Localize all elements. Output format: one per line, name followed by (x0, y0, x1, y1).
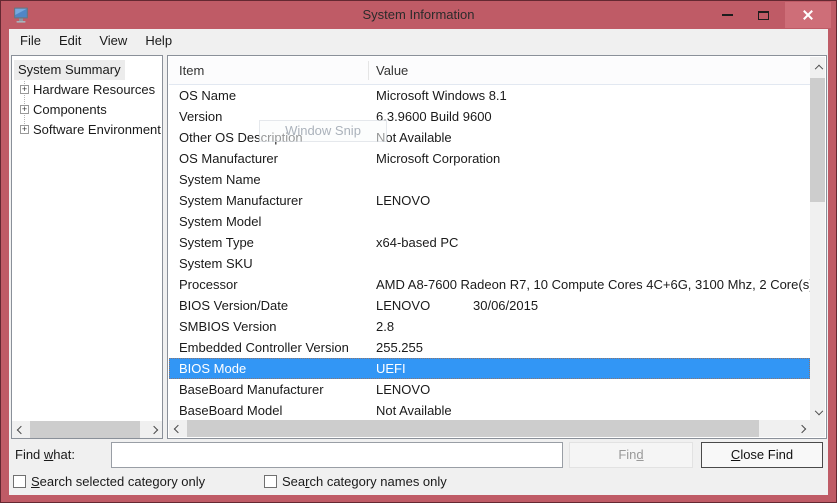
scroll-left-icon[interactable] (12, 421, 29, 438)
close-icon (802, 9, 814, 21)
search-category-names-option[interactable]: Search category names only (264, 473, 447, 489)
menu-edit[interactable]: Edit (50, 29, 90, 53)
checkbox-icon[interactable] (264, 475, 277, 488)
tree-item-label: Software Environment (33, 120, 161, 140)
maximize-icon (758, 11, 769, 20)
list-row[interactable]: OS NameMicrosoft Windows 8.1 (169, 85, 810, 106)
list-header: Item Value (169, 57, 810, 85)
scroll-up-icon[interactable] (810, 57, 825, 74)
tree-item-label: Components (33, 100, 107, 120)
column-divider[interactable] (368, 61, 369, 80)
client-area: File Edit View Help System Summary + Har… (9, 29, 828, 495)
window-snip-ghost-tooltip: Window Snip (259, 120, 387, 142)
find-input[interactable] (111, 442, 563, 468)
checkbox-icon[interactable] (13, 475, 26, 488)
close-button[interactable] (785, 2, 831, 28)
tree-item-label: System Summary (14, 60, 125, 80)
maximize-button[interactable] (746, 2, 780, 28)
checkbox-label: Search category names only (282, 474, 447, 489)
list-row[interactable]: SMBIOS Version2.8 (169, 316, 810, 337)
titlebar[interactable]: System Information (1, 1, 836, 29)
scrollbar-thumb[interactable] (30, 421, 140, 438)
tree-item-components[interactable]: + Components (12, 100, 162, 120)
list-row[interactable]: BaseBoard ModelNot Available (169, 400, 810, 421)
tree-horizontal-scrollbar[interactable] (12, 421, 162, 438)
tree-item-hardware-resources[interactable]: + Hardware Resources (12, 80, 162, 100)
tree-item-system-summary[interactable]: System Summary (12, 60, 162, 80)
expand-plus-icon[interactable]: + (20, 105, 29, 114)
menu-view[interactable]: View (90, 29, 136, 53)
find-button[interactable]: Find (569, 442, 693, 468)
list-row[interactable]: System Typex64-based PC (169, 232, 810, 253)
scroll-left-icon[interactable] (169, 420, 186, 437)
column-header-item[interactable]: Item (179, 57, 204, 85)
close-find-button[interactable]: Close Find (701, 442, 823, 468)
search-selected-category-option[interactable]: Search selected category only (13, 473, 205, 489)
list-vertical-scrollbar[interactable] (810, 57, 825, 422)
minimize-button[interactable] (710, 2, 744, 28)
menu-bar: File Edit View Help (9, 29, 828, 53)
expand-plus-icon[interactable]: + (20, 125, 29, 134)
list-row[interactable]: BaseBoard ManufacturerLENOVO (169, 379, 810, 400)
minimize-icon (722, 14, 733, 16)
category-tree: System Summary + Hardware Resources + Co… (11, 55, 163, 439)
checkbox-label: Search selected category only (31, 474, 205, 489)
list-row-selected[interactable]: BIOS ModeUEFI (169, 358, 810, 379)
list-row[interactable]: ProcessorAMD A8-7600 Radeon R7, 10 Compu… (169, 274, 810, 295)
tree-item-software-environment[interactable]: + Software Environment (12, 120, 162, 140)
list-row[interactable]: OS ManufacturerMicrosoft Corporation (169, 148, 810, 169)
list-horizontal-scrollbar[interactable] (169, 420, 810, 437)
scrollbar-thumb[interactable] (810, 78, 825, 202)
find-what-label: Find what: (15, 442, 75, 468)
expand-plus-icon[interactable]: + (20, 85, 29, 94)
scrollbar-thumb[interactable] (187, 420, 759, 437)
menu-file[interactable]: File (11, 29, 50, 53)
scroll-right-icon[interactable] (793, 420, 810, 437)
list-row[interactable]: System SKU (169, 253, 810, 274)
details-list: Item Value OS NameMicrosoft Windows 8.1 … (167, 55, 827, 439)
list-row[interactable]: System ManufacturerLENOVO (169, 190, 810, 211)
list-row[interactable]: System Name (169, 169, 810, 190)
system-information-window: System Information File Edit View Help S… (0, 0, 837, 503)
tree-item-label: Hardware Resources (33, 80, 155, 100)
scrollbar-corner (810, 420, 825, 437)
list-row[interactable]: BIOS Version/DateLENOVO30/06/2015 (169, 295, 810, 316)
column-header-value[interactable]: Value (376, 57, 408, 85)
list-row[interactable]: Embedded Controller Version255.255 (169, 337, 810, 358)
menu-help[interactable]: Help (136, 29, 181, 53)
list-row[interactable]: System Model (169, 211, 810, 232)
scroll-right-icon[interactable] (145, 421, 162, 438)
